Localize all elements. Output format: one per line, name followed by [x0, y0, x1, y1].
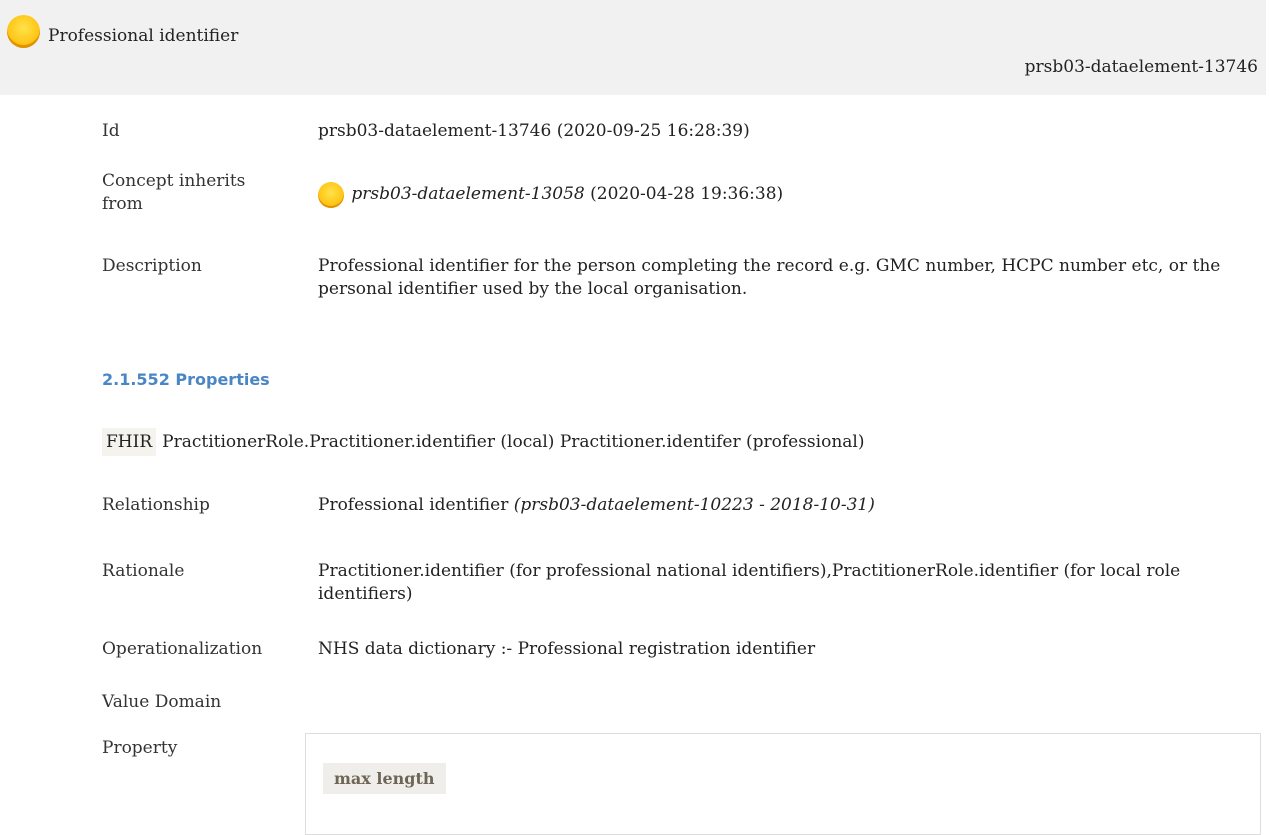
- fhir-value: PractitionerRole.Practitioner.identifier…: [162, 432, 865, 452]
- inherits-row: Concept inherits from prsb03-dataelement…: [102, 170, 1252, 220]
- rationale-row: Rationale Practitioner.identifier (for p…: [102, 560, 1252, 610]
- description-label: Description: [102, 256, 202, 276]
- inherits-label-line2: from: [102, 194, 143, 214]
- concept-title: Professional identifier: [48, 26, 239, 46]
- inherits-label-line1: Concept inherits: [102, 171, 246, 191]
- relationship-label: Relationship: [102, 495, 210, 515]
- relationship-text: Professional identifier: [318, 495, 509, 515]
- relationship-ref-link[interactable]: (prsb03-dataelement-10223 - 2018-10-31): [514, 495, 875, 515]
- value-domain-label: Value Domain: [102, 692, 222, 712]
- inherits-value: prsb03-dataelement-13058 (2020-04-28 19:…: [318, 182, 1252, 208]
- rationale-value: Practitioner.identifier (for professiona…: [318, 561, 1181, 604]
- description-row: Description Professional identifier for …: [102, 255, 1252, 305]
- status-circle-icon: [318, 182, 344, 208]
- relationship-value: Professional identifier (prsb03-dataelem…: [318, 494, 1252, 517]
- fhir-tag: FHIR: [102, 428, 157, 456]
- property-label: Property: [102, 738, 178, 758]
- operationalization-value: NHS data dictionary :- Professional regi…: [318, 639, 816, 659]
- operationalization-label: Operationalization: [102, 639, 263, 659]
- max-length-header: max length: [323, 763, 446, 794]
- properties-heading: 2.1.552 Properties: [102, 370, 270, 389]
- id-label: Id: [102, 121, 120, 141]
- property-table: max length: [305, 733, 1261, 835]
- id-value: prsb03-dataelement-13746 (2020-09-25 16:…: [318, 121, 750, 141]
- inherits-label: Concept inherits from: [102, 170, 287, 216]
- concept-id: prsb03-dataelement-13746: [1024, 57, 1258, 77]
- status-circle-icon: [7, 15, 40, 48]
- description-value: Professional identifier for the person c…: [318, 256, 1221, 299]
- inherits-ref-link[interactable]: prsb03-dataelement-13058: [351, 184, 584, 204]
- concept-header: Professional identifier prsb03-dataeleme…: [0, 0, 1266, 95]
- rationale-label: Rationale: [102, 561, 185, 581]
- fhir-row: FHIR PractitionerRole.Practitioner.identi…: [102, 428, 864, 456]
- inherits-date: (2020-04-28 19:36:38): [590, 184, 784, 204]
